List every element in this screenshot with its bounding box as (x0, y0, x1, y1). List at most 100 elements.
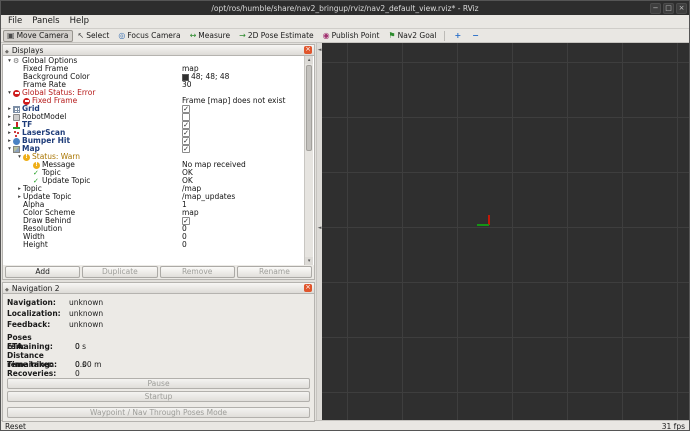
panel-handle-icon (5, 46, 9, 55)
tf-icon (13, 121, 20, 129)
tool-2d-pose-estimate[interactable]: → 2D Pose Estimate (235, 30, 318, 42)
tool-select[interactable]: ↖ Select (74, 30, 114, 42)
titlebar[interactable]: /opt/ros/humble/share/nav2_bringup/rviz/… (1, 1, 689, 15)
expander-icon[interactable]: ▸ (6, 105, 13, 113)
tree-row-update-topic[interactable]: Update TopicOK (3, 177, 314, 185)
menu-help[interactable]: Help (65, 15, 94, 28)
nav2-content: Navigation: unknown Localization: unknown Fe… (3, 294, 315, 421)
startup-button[interactable]: Startup (7, 391, 311, 402)
status-value: unknown (69, 298, 104, 307)
scroll-up-icon[interactable] (305, 56, 314, 64)
nav2-panel: Navigation 2 Navigation:unknownLocalizat… (2, 282, 316, 422)
fps-counter: 31 fps (661, 422, 685, 431)
tree-row-bumper-hit[interactable]: ▸ Bumper Hit ✓ (3, 137, 314, 145)
reset-button[interactable]: Reset (5, 422, 26, 430)
nav2-panel-header[interactable]: Navigation 2 (3, 283, 315, 294)
scroll-down-icon[interactable] (305, 257, 314, 265)
expander-icon[interactable]: ▾ (6, 57, 13, 65)
tool-label: Measure (198, 31, 231, 40)
publish-point-pin-icon: ◉ (322, 30, 330, 40)
tree-row-robotmodel[interactable]: ▸ RobotModel (3, 113, 314, 121)
nav2-status-rows: Navigation: unknown Localization: unknown Fe… (7, 297, 310, 330)
nav2-metric-rows: Poses remaining: 0 ETA: 0 s Distance remaini… (7, 333, 310, 378)
displays-close-icon[interactable] (304, 46, 313, 54)
metric-label: Time taken: (7, 360, 58, 369)
tool-nav2-goal[interactable]: ⚑ Nav2 Goal (384, 30, 440, 42)
displays-panel-header[interactable]: Displays (3, 45, 315, 56)
nav2-metric-poses-remaining: Poses remaining: 0 (7, 333, 310, 351)
remove-button[interactable]: Remove (159, 266, 235, 278)
nav2-metric-eta: ETA: 0 s (7, 342, 310, 351)
close-icon[interactable]: × (676, 2, 687, 14)
menu-file[interactable]: File (3, 15, 27, 28)
expander-icon[interactable]: ▸ (6, 113, 13, 121)
tree-row-update-topic[interactable]: ▸ Update Topic/map_updates (3, 193, 314, 201)
status-label: Navigation: (7, 298, 56, 307)
map-icon (13, 145, 20, 153)
tree-row-resolution[interactable]: Resolution 0 (3, 225, 314, 233)
nav2-close-icon[interactable] (304, 284, 313, 292)
add-button[interactable]: Add (5, 266, 81, 278)
menu-panels[interactable]: Panels (27, 15, 64, 28)
metric-value: 0 (75, 369, 80, 378)
displays-scrollbar[interactable] (304, 56, 314, 265)
duplicate-button[interactable]: Duplicate (82, 266, 158, 278)
pause-button[interactable]: Pause (7, 378, 311, 389)
tree-row-width[interactable]: Width 0 (3, 233, 314, 241)
tool-label: Publish Point (331, 31, 380, 40)
tree-row-height[interactable]: Height 0 (3, 241, 314, 249)
tool-label: Focus Camera (127, 31, 181, 40)
enabled-checkbox[interactable] (182, 113, 190, 121)
maximize-icon[interactable]: □ (663, 2, 674, 14)
enabled-checkbox[interactable]: ✓ (182, 137, 190, 145)
tool-move-camera[interactable]: ▣ Move Camera (3, 29, 73, 42)
expander-icon[interactable]: ▾ (6, 89, 13, 97)
error-icon (13, 89, 20, 97)
status-value: unknown (69, 309, 104, 318)
nav2-status-localization: Localization: unknown (7, 308, 310, 319)
rename-button[interactable]: Rename (236, 266, 313, 278)
enabled-checkbox[interactable]: ✓ (182, 121, 190, 129)
laser-icon (13, 129, 20, 137)
tool-focus-camera[interactable]: ◎ Focus Camera (114, 30, 184, 42)
enabled-checkbox[interactable]: ✓ (182, 129, 190, 137)
pose-estimate-arrow-icon: → (239, 30, 246, 40)
waypoint-nav-through-poses-mode-button[interactable]: Waypoint / Nav Through Poses Mode (7, 407, 311, 418)
expander-icon[interactable]: ▸ (6, 129, 13, 137)
left-panels: Displays ▾Global OptionsFixed FramemapBa… (1, 43, 317, 422)
remove-tool-button[interactable]: − (467, 30, 484, 42)
tool-label: Select (86, 31, 110, 40)
add-tool-icon: + (454, 30, 462, 40)
rviz-window: /opt/ros/humble/share/nav2_bringup/rviz/… (0, 0, 690, 431)
expander-icon[interactable]: ▸ (6, 137, 13, 145)
status-label: Localization: (7, 309, 61, 318)
add-tool-button[interactable]: + (449, 30, 466, 42)
minimize-icon[interactable]: − (650, 2, 661, 14)
tree-value: /map_updates (182, 192, 236, 201)
nav2-metric-recoveries: Recoveries: 0 (7, 369, 310, 378)
tree-row-fixed-frame[interactable]: Fixed Frame Frame [map] does not exist (3, 97, 314, 105)
expander-icon[interactable]: ▸ (16, 185, 23, 193)
tool-publish-point[interactable]: ◉ Publish Point (319, 30, 384, 42)
tree-label: Update Topic (42, 176, 91, 185)
expander-icon[interactable]: ▾ (16, 153, 23, 161)
nav2-metric-time-taken: Time taken: 0 s (7, 360, 310, 369)
enabled-checkbox[interactable]: ✓ (182, 145, 190, 153)
scrollbar-thumb[interactable] (306, 65, 313, 151)
3d-viewport[interactable] (322, 43, 689, 420)
metric-label: ETA: (7, 342, 26, 351)
expander-icon[interactable]: ▸ (6, 121, 13, 129)
tree-value: Frame [map] does not exist (182, 96, 286, 105)
displays-panel: Displays ▾Global OptionsFixed FramemapBa… (2, 44, 316, 280)
metric-label: Recoveries: (7, 369, 57, 378)
expander-icon[interactable]: ▸ (16, 193, 23, 201)
focus-camera-icon: ◎ (118, 30, 126, 40)
enabled-checkbox[interactable]: ✓ (182, 105, 190, 113)
robot-icon (13, 113, 20, 121)
tool-measure[interactable]: ↔ Measure (186, 30, 235, 42)
tool-label: Nav2 Goal (397, 31, 437, 40)
expander-icon[interactable]: ▾ (6, 145, 13, 153)
status-label: Feedback: (7, 320, 51, 329)
metric-value: 0 s (75, 342, 87, 351)
nav2-status-feedback: Feedback: unknown (7, 319, 310, 330)
